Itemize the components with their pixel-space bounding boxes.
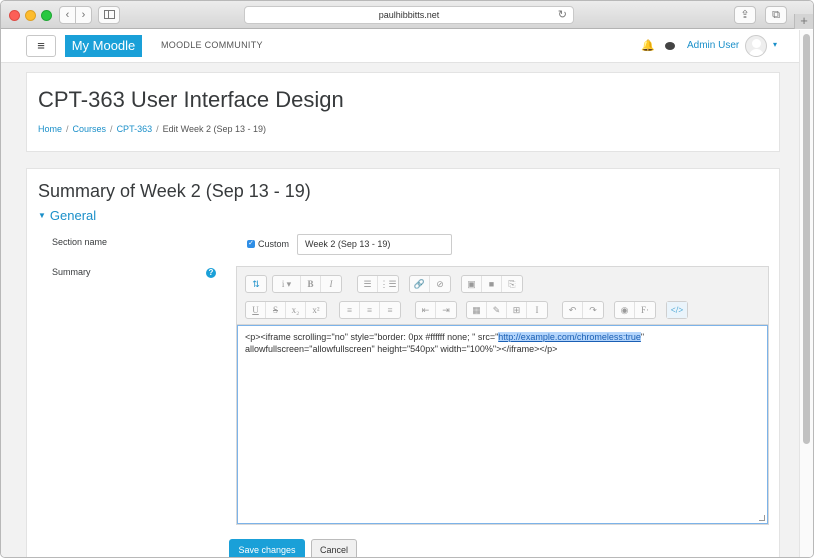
show-tabs-icon[interactable]: ⧉ <box>765 6 787 24</box>
menu-icon[interactable]: ≡ <box>26 35 56 57</box>
image-icon[interactable]: ▣ <box>462 276 482 292</box>
toolbar-group-indent: ⇤ ⇥ <box>415 301 457 319</box>
notifications-bell-icon[interactable]: 🔔 <box>641 39 655 52</box>
breadcrumb-courses[interactable]: Courses <box>73 124 107 134</box>
html-source-icon[interactable]: </> <box>667 302 687 318</box>
help-icon[interactable]: ? <box>206 268 216 278</box>
section-name-label: Section name <box>52 237 108 247</box>
cancel-button[interactable]: Cancel <box>311 539 357 557</box>
summary-label: Summary <box>52 267 91 277</box>
toolbar-group-text-format: U S x₂ x² <box>245 301 327 319</box>
subscript-icon[interactable]: x₂ <box>286 302 306 318</box>
strikethrough-icon[interactable]: S <box>266 302 286 318</box>
toolbar-group-lists: ☰ ⋮☰ <box>357 275 399 293</box>
address-bar[interactable]: paulhibbitts.net ↻ <box>244 6 574 24</box>
unlink-icon[interactable]: ⊘ <box>430 276 450 292</box>
new-tab-icon[interactable]: + <box>794 14 813 29</box>
close-window-button[interactable] <box>9 10 20 21</box>
superscript-icon[interactable]: x² <box>306 302 326 318</box>
reload-icon[interactable]: ↻ <box>558 7 567 23</box>
general-fieldset-label: General <box>49 208 97 223</box>
expanded-triangle-icon: ▼ <box>38 211 46 220</box>
italic-icon[interactable]: I <box>321 276 341 292</box>
editor-toolbar: ⇅ i ▾ B I ☰ ⋮☰ 🔗 ⊘ ▣ ■ ⎘ U S x₂ x² ≡ ≡ ≡… <box>237 267 768 325</box>
unordered-list-icon[interactable]: ☰ <box>358 276 378 292</box>
breadcrumb-separator: / <box>66 124 69 134</box>
toolbar-group-html: </> <box>666 301 688 319</box>
share-icon[interactable]: ⇪ <box>734 6 756 24</box>
toolbar-group-insert: ▦ ✎ ⊞ I <box>466 301 548 319</box>
toolbar-group-links: 🔗 ⊘ <box>409 275 451 293</box>
breadcrumb-current: Edit Week 2 (Sep 13 - 19) <box>162 124 266 134</box>
user-menu-caret-icon[interactable]: ▾ <box>773 40 777 49</box>
editor-html-source-textarea[interactable]: <p><iframe scrolling="no" style="border:… <box>237 325 768 524</box>
accessibility-checker-icon[interactable]: ◉ <box>615 302 635 318</box>
manage-files-icon[interactable]: ⎘ <box>502 276 522 292</box>
edit-section-form: Summary of Week 2 (Sep 13 - 19) ▼ General… <box>26 168 780 557</box>
align-right-icon[interactable]: ≡ <box>380 302 400 318</box>
avatar[interactable] <box>745 35 767 57</box>
brand-link[interactable]: My Moodle <box>65 35 142 57</box>
zoom-window-button[interactable] <box>41 10 52 21</box>
toolbar-group-style: i ▾ B I <box>272 275 342 293</box>
underline-icon[interactable]: U <box>246 302 266 318</box>
toolbar-group-collapse: ⇅ <box>245 275 267 293</box>
sidebar-toggle-icon[interactable] <box>98 6 120 24</box>
collapse-toolbar-icon[interactable]: ⇅ <box>246 276 266 292</box>
undo-icon[interactable]: ↶ <box>563 302 583 318</box>
character-map-icon[interactable]: ✎ <box>487 302 507 318</box>
custom-checkbox-label[interactable]: Custom <box>258 239 289 249</box>
form-title: Summary of Week 2 (Sep 13 - 19) <box>38 181 311 201</box>
page-scrollbar[interactable] <box>799 30 813 557</box>
page-viewport: ≡ My Moodle MOODLE COMMUNITY 🔔 Admin Use… <box>1 30 799 557</box>
forward-icon[interactable]: › <box>75 6 92 24</box>
breadcrumb: Home / Courses / CPT-363/Edit Week 2 (Sep 13… <box>38 124 266 134</box>
moodle-navbar: ≡ My Moodle MOODLE COMMUNITY 🔔 Admin Use… <box>1 30 799 63</box>
screenreader-helper-icon[interactable]: F· <box>635 302 655 318</box>
link-icon[interactable]: 🔗 <box>410 276 430 292</box>
toolbar-group-align: ≡ ≡ ≡ <box>339 301 401 319</box>
toolbar-group-history: ↶ ↷ <box>562 301 604 319</box>
breadcrumb-course[interactable]: CPT-363 <box>117 124 153 134</box>
scrollbar-thumb[interactable] <box>803 34 810 444</box>
bold-icon[interactable]: B <box>301 276 321 292</box>
browser-toolbar: ‹ › paulhibbitts.net ↻ ⇪ ⧉ + <box>1 1 813 29</box>
selected-url-text: http://example.com/chromeless:true <box>498 332 641 342</box>
media-icon[interactable]: ■ <box>482 276 502 292</box>
custom-checkbox[interactable]: ✓ <box>247 240 255 248</box>
general-fieldset-toggle[interactable]: ▼ General <box>38 208 96 223</box>
align-left-icon[interactable]: ≡ <box>340 302 360 318</box>
atto-editor: ⇅ i ▾ B I ☰ ⋮☰ 🔗 ⊘ ▣ ■ ⎘ U S x₂ x² ≡ ≡ ≡… <box>236 266 769 525</box>
messages-icon[interactable] <box>665 42 675 50</box>
paragraph-style-icon[interactable]: i ▾ <box>273 276 301 292</box>
url-text: paulhibbitts.net <box>378 10 440 20</box>
browser-window: ‹ › paulhibbitts.net ↻ ⇪ ⧉ + ≡ My Moodle… <box>0 0 814 558</box>
indent-icon[interactable]: ⇤ <box>416 302 436 318</box>
resize-handle-icon[interactable] <box>759 515 765 521</box>
user-name-link[interactable]: Admin User <box>687 40 739 51</box>
community-link[interactable]: MOODLE COMMUNITY <box>161 40 263 50</box>
save-changes-button[interactable]: Save changes <box>229 539 305 557</box>
toolbar-group-media: ▣ ■ ⎘ <box>461 275 523 293</box>
source-text-before: <p><iframe scrolling="no" style="border:… <box>245 332 499 342</box>
breadcrumb-home[interactable]: Home <box>38 124 62 134</box>
table-icon[interactable]: ⊞ <box>507 302 527 318</box>
breadcrumb-separator: / <box>156 124 159 134</box>
page-title: CPT-363 User Interface Design <box>38 87 344 112</box>
align-center-icon[interactable]: ≡ <box>360 302 380 318</box>
section-name-input[interactable]: Week 2 (Sep 13 - 19) <box>297 234 452 255</box>
minimize-window-button[interactable] <box>25 10 36 21</box>
ordered-list-icon[interactable]: ⋮☰ <box>378 276 398 292</box>
equation-icon[interactable]: ▦ <box>467 302 487 318</box>
toolbar-group-accessibility: ◉ F· <box>614 301 656 319</box>
clear-formatting-icon[interactable]: I <box>527 302 547 318</box>
back-icon[interactable]: ‹ <box>59 6 76 24</box>
page-header: CPT-363 User Interface Design Home / Cours… <box>26 72 780 152</box>
breadcrumb-separator: / <box>110 124 113 134</box>
redo-icon[interactable]: ↷ <box>583 302 603 318</box>
outdent-icon[interactable]: ⇥ <box>436 302 456 318</box>
